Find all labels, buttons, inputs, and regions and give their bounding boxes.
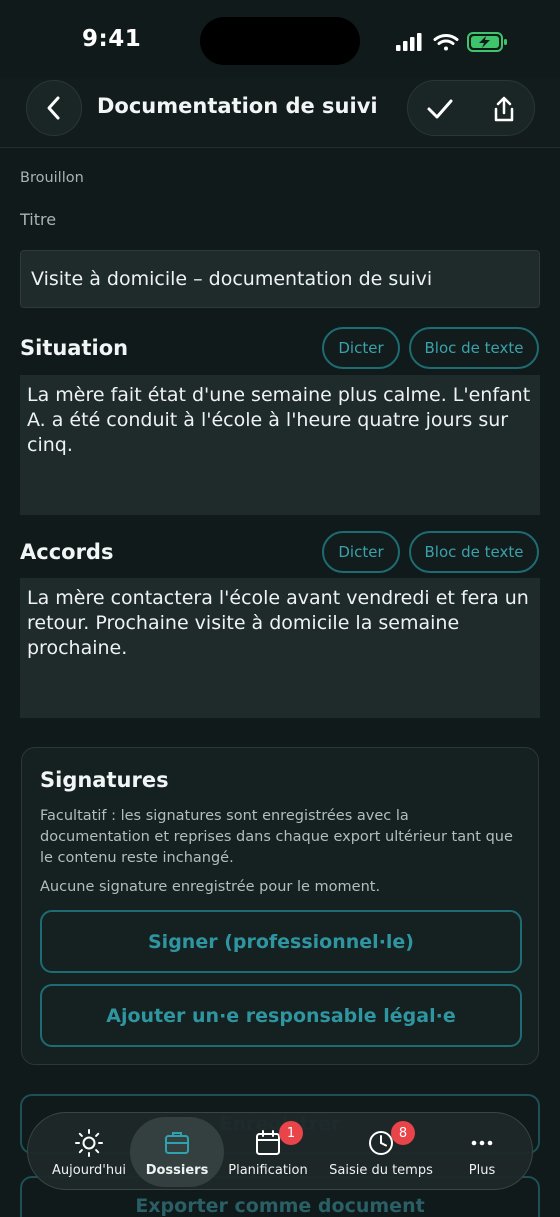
tab-dossiers-label: Dossiers xyxy=(145,1163,209,1178)
status-time: 9:41 xyxy=(82,26,142,52)
agreements-textarea[interactable]: La mère contactera l'école avant vendred… xyxy=(20,578,540,718)
tab-more[interactable]: Plus xyxy=(448,1117,516,1187)
situation-heading: Situation xyxy=(20,336,129,360)
situation-text-block-button[interactable]: Bloc de texte xyxy=(409,327,539,369)
share-button[interactable] xyxy=(472,81,536,137)
time-entry-badge: 8 xyxy=(391,1121,415,1145)
wifi-icon xyxy=(433,34,459,51)
add-guardian-button[interactable]: Ajouter un·e responsable légal·e xyxy=(40,984,522,1047)
planning-badge: 1 xyxy=(279,1121,303,1145)
sun-icon xyxy=(75,1129,103,1157)
checkmark-icon xyxy=(427,99,453,119)
status-icons xyxy=(396,32,507,52)
page-title: Documentation de suivi xyxy=(97,94,378,118)
tab-today[interactable]: Aujourd'hui xyxy=(42,1117,136,1187)
sign-professional-button[interactable]: Signer (professionnel·le) xyxy=(40,910,522,973)
agreements-dictate-button[interactable]: Dicter xyxy=(322,531,400,573)
status-bar: 9:41 xyxy=(0,0,560,78)
tab-dossiers[interactable]: Dossiers xyxy=(130,1117,224,1187)
share-icon xyxy=(494,96,514,122)
navigation-header: Documentation de suivi xyxy=(0,78,560,148)
title-input-value: Visite à domicile – documentation de sui… xyxy=(31,268,433,290)
more-icon xyxy=(471,1140,493,1146)
tab-time-entry[interactable]: Saisie du temps xyxy=(322,1117,440,1187)
title-field-label: Titre xyxy=(20,210,57,229)
signatures-title: Signatures xyxy=(40,768,169,792)
agreements-heading: Accords xyxy=(20,540,114,564)
signatures-empty-text: Aucune signature enregistrée pour le mom… xyxy=(40,879,381,895)
situation-text: La mère fait état d'une semaine plus cal… xyxy=(27,384,531,456)
tab-today-label: Aujourd'hui xyxy=(52,1163,126,1178)
signal-icon xyxy=(396,33,422,51)
title-input[interactable]: Visite à domicile – documentation de sui… xyxy=(20,250,540,308)
back-button[interactable] xyxy=(26,80,82,136)
dynamic-island xyxy=(200,17,360,65)
tab-time-entry-label: Saisie du temps xyxy=(329,1163,433,1178)
signatures-description: Facultatif : les signatures sont enregis… xyxy=(40,808,513,866)
tab-more-label: Plus xyxy=(468,1163,496,1178)
agreements-text-block-button[interactable]: Bloc de texte xyxy=(409,531,539,573)
header-actions xyxy=(407,80,535,136)
chevron-left-icon xyxy=(47,96,60,120)
signatures-card: Signatures Facultatif : les signatures s… xyxy=(21,747,539,1065)
tab-planning-label: Planification xyxy=(228,1163,308,1178)
briefcase-icon xyxy=(165,1132,189,1154)
battery-icon xyxy=(467,32,507,52)
confirm-button[interactable] xyxy=(408,81,472,137)
agreements-text: La mère contactera l'école avant vendred… xyxy=(27,587,529,659)
draft-status-label: Brouillon xyxy=(20,170,84,186)
situation-textarea[interactable]: La mère fait état d'une semaine plus cal… xyxy=(20,375,540,515)
situation-dictate-button[interactable]: Dicter xyxy=(322,327,400,369)
tab-bar: Aujourd'hui Dossiers Planification 1 Sai… xyxy=(27,1112,533,1190)
